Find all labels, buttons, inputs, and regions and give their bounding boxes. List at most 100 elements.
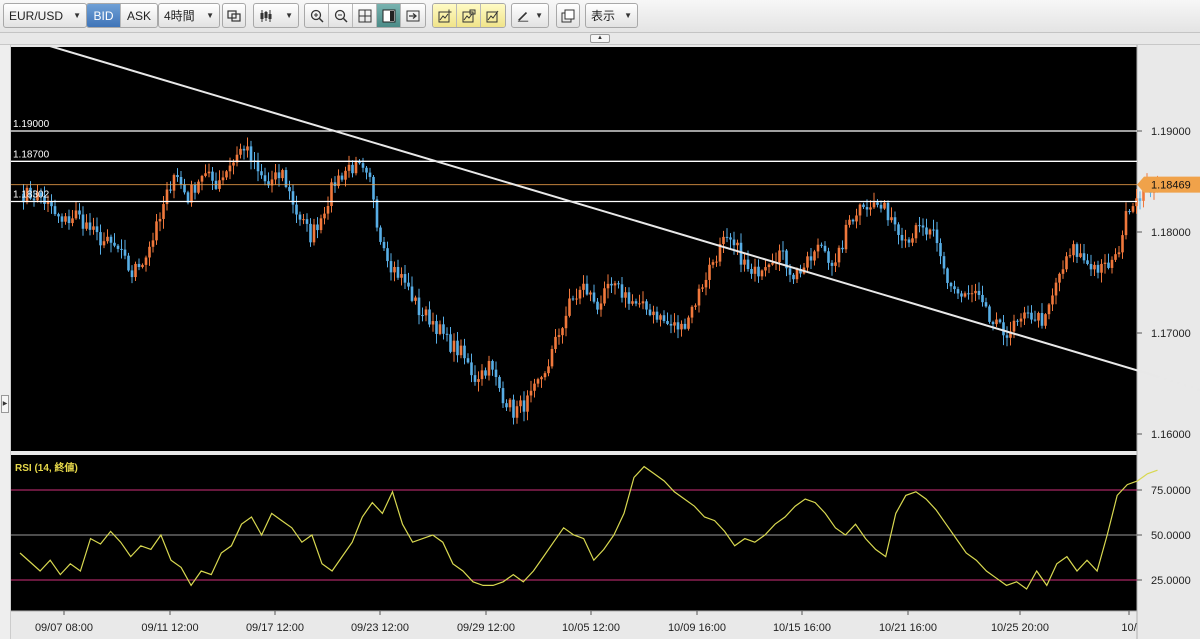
candle-body [291,191,295,205]
candle-body [1047,304,1051,315]
zoom-out-button[interactable] [329,4,353,27]
candle-body [512,399,515,418]
candle-body [522,400,526,412]
add-indicator-button[interactable] [433,4,457,27]
candle-body [638,303,641,305]
candle-body [281,170,284,179]
time-tick-label: 10/09 16:00 [668,622,726,634]
display-menu[interactable]: 表示 ▼ [585,3,638,28]
candle-body [879,204,883,209]
candle-body [739,242,743,265]
candle-body [134,263,137,278]
candle-body [904,239,907,241]
candle-body [575,298,578,300]
indicator-chart-button[interactable] [481,4,505,27]
candle-body [246,146,249,151]
candle-body [1138,198,1142,201]
candle-body [645,301,648,310]
chart-type-select[interactable]: ▼ [253,3,299,28]
candle-body [515,406,519,418]
candle-body [456,340,459,356]
candle-body [900,234,904,241]
candle-body [1037,313,1040,321]
fit-button[interactable] [353,4,377,27]
candle-body [834,262,837,266]
price-tick-label: 1.16000 [1151,429,1191,441]
time-tick-label: 10/ [1121,622,1137,634]
candle-body [312,224,316,243]
new-window-button[interactable] [556,3,580,28]
panel-collapse-strip: ▲ [0,33,1200,45]
candle-body [1023,312,1026,319]
zoom-in-button[interactable] [305,4,329,27]
candle-body [190,184,193,203]
draw-tool-select[interactable]: ▼ [511,3,549,28]
candle-body [158,218,162,222]
candle-body [1065,256,1068,270]
candle-body [634,301,638,304]
rsi-panel-plot[interactable] [11,455,1137,611]
candle-body [295,204,298,215]
candle-body [50,201,53,207]
new-window-icon [561,9,575,22]
scroll-end-button[interactable] [401,4,425,27]
candle-body [375,199,379,228]
price-tick-label: 1.18000 [1151,227,1191,239]
candle-body [92,226,95,230]
candle-body [795,269,799,280]
candle-body [438,324,442,334]
candle-body [242,148,246,151]
candle-body [995,319,998,325]
level-label: 1.19000 [13,119,50,130]
candle-body [302,219,305,221]
candle-body [225,171,228,178]
candle-body [1019,318,1023,322]
price-tick-label: 1.17000 [1151,328,1191,340]
candle-body [872,202,876,208]
candle-body [760,270,764,277]
candle-body [648,309,652,316]
candle-body [319,218,323,231]
candle-body [928,229,932,235]
candle-body [589,292,592,295]
side-panel-handle[interactable]: ▶ [1,395,9,413]
candle-body [715,261,718,263]
time-tick-label: 10/21 16:00 [879,622,937,634]
candle-body [57,214,60,217]
candle-body [228,165,232,172]
chevron-down-icon: ▼ [73,11,81,20]
candle-body [942,256,946,269]
timeframe-select[interactable]: 4時間 ▼ [158,3,220,28]
candle-body [662,315,666,322]
candle-body [680,323,683,330]
candle-body [1135,198,1138,207]
collapse-toolbar-button[interactable]: ▲ [590,34,610,43]
main-chart-plot[interactable] [11,47,1137,451]
candle-body [571,298,575,300]
candle-body [428,309,431,325]
candle-body [1131,206,1135,212]
indicator-settings-button[interactable] [457,4,481,27]
candle-body [935,229,939,244]
candle-body [673,322,676,326]
candle-body [778,250,781,263]
candle-body [417,297,421,316]
candle-body [970,293,974,295]
candle-body [603,288,606,304]
panel-button[interactable] [377,4,401,27]
candle-body [806,256,809,268]
time-tick-label: 10/15 16:00 [773,622,831,634]
candle-body [753,266,757,274]
candle-body [1061,269,1065,274]
symbol-select[interactable]: EUR/USD ▼ [3,3,87,28]
candle-body [463,345,466,359]
candle-body [403,274,407,283]
bid-button[interactable]: BID [87,4,121,27]
chart-area[interactable]: 1.19000 1.18700 1.18302 1.19000 1.18000 1.17… [11,45,1200,639]
candle-body [99,232,102,246]
candle-body [102,241,106,246]
candle-body [459,345,463,356]
compare-button[interactable] [222,3,246,28]
ask-button[interactable]: ASK [121,4,157,27]
candle-body [1075,244,1079,257]
